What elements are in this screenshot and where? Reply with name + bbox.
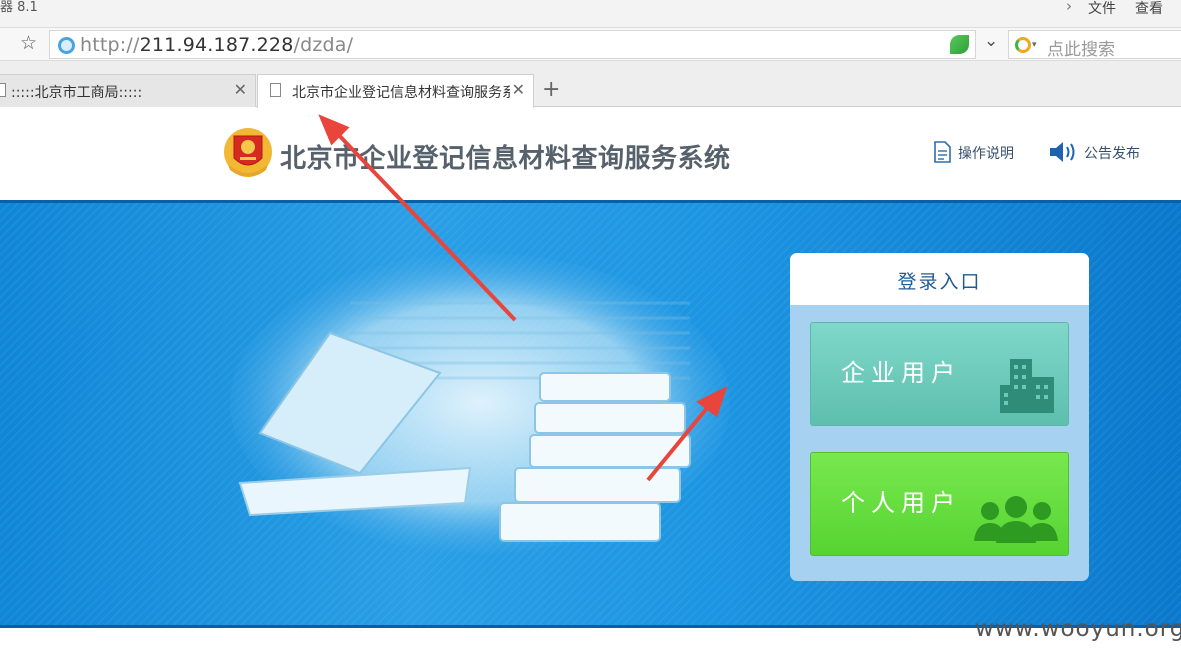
site-header: 北京市企业登记信息材料查询服务系统 操作说明 公告发布	[0, 108, 1181, 200]
url-field[interactable]: http://211.94.187.228/dzda/	[49, 30, 976, 59]
site-title: 北京市企业登记信息材料查询服务系统	[280, 144, 731, 174]
announcement-link[interactable]: 公告发布	[1048, 141, 1140, 167]
tab-gongshangju[interactable]: :::::北京市工商局::::: ✕	[0, 74, 256, 107]
users-group-icon	[974, 496, 1058, 543]
watermark-text: www.wooyun.org	[975, 616, 1181, 642]
aic-emblem-icon	[224, 128, 272, 177]
search-box[interactable]: ▾ 点此搜索	[1008, 30, 1181, 60]
url-text[interactable]: http://211.94.187.228/dzda/	[80, 34, 353, 56]
speaker-icon	[1050, 142, 1075, 162]
login-panel-header: 登录入口	[790, 253, 1089, 305]
address-toolbar: › ☆ http://211.94.187.228/dzda/ ⌄ ▾ 点此搜索	[0, 27, 1181, 61]
building-icon	[1000, 359, 1054, 413]
page-icon	[0, 83, 6, 97]
engine-dropdown-icon[interactable]: ▾	[1032, 40, 1037, 50]
login-panel: 登录入口 企业用户 个人用户	[790, 253, 1089, 581]
search-input[interactable]: 点此搜索	[1047, 35, 1115, 60]
office-documents-image	[230, 253, 730, 553]
close-icon[interactable]: ✕	[234, 80, 247, 99]
tab-title: 北京市企业登记信息材料查询服务系统	[292, 85, 510, 101]
menu-view[interactable]: 查看	[1135, 0, 1163, 18]
new-tab-icon[interactable]: +	[542, 77, 560, 102]
chevron-right-icon[interactable]: ›	[1066, 0, 1072, 15]
announcement-label: 公告发布	[1084, 146, 1140, 162]
site-globe-icon	[58, 37, 75, 54]
tab-query-system[interactable]: 北京市企业登记信息材料查询服务系统 ✕	[257, 74, 534, 108]
search-engine-icon[interactable]	[1015, 37, 1031, 53]
close-icon[interactable]: ✕	[512, 80, 525, 99]
hero-banner: 登录入口 企业用户 个人用户	[0, 200, 1181, 628]
page-icon	[270, 83, 281, 97]
document-icon	[934, 141, 951, 163]
personal-user-label: 个人用户	[841, 489, 961, 517]
favorite-star-icon[interactable]: ☆	[20, 32, 37, 54]
browser-version-text: 器 8.1	[0, 0, 38, 15]
personal-user-button[interactable]: 个人用户	[810, 452, 1069, 556]
enterprise-user-button[interactable]: 企业用户	[810, 322, 1069, 426]
menu-file[interactable]: 文件	[1088, 0, 1116, 18]
tab-bar: :::::北京市工商局::::: ✕ 北京市企业登记信息材料查询服务系统 ✕ +	[0, 61, 1181, 108]
operation-guide-link[interactable]: 操作说明	[933, 141, 1014, 167]
login-heading: 登录入口	[897, 271, 982, 293]
operation-guide-label: 操作说明	[958, 146, 1014, 162]
enterprise-user-label: 企业用户	[841, 359, 961, 387]
tab-title: :::::北京市工商局:::::	[11, 85, 143, 101]
chevron-down-icon[interactable]: ⌄	[984, 31, 998, 51]
browser-top-strip: 器 8.1 › 文件 查看	[0, 0, 1181, 27]
speed-mode-icon[interactable]	[950, 35, 969, 54]
